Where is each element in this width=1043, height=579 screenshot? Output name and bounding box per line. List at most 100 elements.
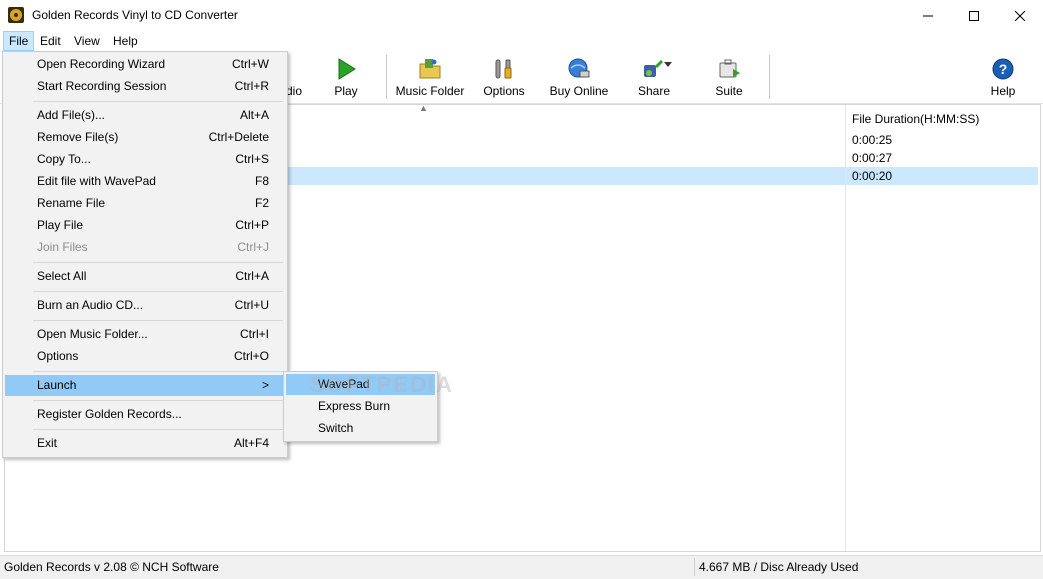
toolbar-separator [769, 55, 770, 99]
menu-item-shortcut: F8 [254, 174, 269, 188]
menu-view[interactable]: View [69, 32, 105, 50]
close-icon [1015, 10, 1025, 21]
menu-item-shortcut: Ctrl+W [232, 57, 269, 71]
watermark: SOFTPEDIA [310, 372, 454, 397]
globe-cart-icon [568, 58, 590, 78]
menu-item-register[interactable]: Register Golden Records... [5, 404, 285, 425]
submenu-arrow-icon: > [261, 378, 269, 392]
menu-item-label: Play File [37, 218, 84, 232]
maximize-icon [969, 10, 979, 21]
share-button[interactable]: Share [634, 53, 674, 101]
menu-item-label: Open Recording Wizard [37, 57, 166, 71]
play-button[interactable]: Play [326, 53, 366, 101]
menu-item-shortcut: Alt+A [239, 108, 269, 122]
minimize-icon [923, 15, 933, 16]
sort-indicator-icon: ▲ [419, 103, 428, 113]
menu-item-copy-to[interactable]: Copy To... Ctrl+S [5, 149, 285, 170]
menu-item-label: Burn an Audio CD... [37, 298, 144, 312]
menu-separator [33, 101, 283, 102]
menu-item-label: Add File(s)... [37, 108, 106, 122]
help-button[interactable]: ? Help [986, 53, 1020, 101]
menu-item-shortcut: Ctrl+I [239, 327, 269, 341]
share-dropdown-icon[interactable] [664, 62, 672, 68]
menu-separator [33, 400, 283, 401]
menu-help[interactable]: Help [108, 32, 143, 50]
options-icon [495, 59, 512, 79]
window-title: Golden Records Vinyl to CD Converter [32, 8, 238, 22]
table-row[interactable]: 0:00:20 [846, 167, 1038, 185]
table-row[interactable]: 0:00:27 [846, 149, 1038, 167]
menu-item-shortcut: Ctrl+O [233, 349, 269, 363]
menu-separator [33, 429, 283, 430]
suite-icon [719, 59, 740, 78]
file-menu-dropdown: Open Recording Wizard Ctrl+W Start Recor… [2, 51, 288, 458]
music-folder-button[interactable]: Music Folder [393, 53, 467, 101]
submenu-item-express-burn[interactable]: Express Burn [286, 396, 435, 417]
menu-item-label: Launch [37, 378, 77, 392]
toolbar-partial-label: dio [286, 84, 303, 98]
menu-bar: File Edit View Help [0, 31, 1043, 51]
menu-item-add-files[interactable]: Add File(s)... Alt+A [5, 105, 285, 126]
minimize-button[interactable] [905, 0, 951, 31]
folder-icon [419, 59, 441, 79]
suite-button[interactable]: Suite [712, 53, 746, 101]
menu-item-burn-audio-cd[interactable]: Burn an Audio CD... Ctrl+U [5, 295, 285, 316]
menu-item-edit-with-wavepad[interactable]: Edit file with WavePad F8 [5, 171, 285, 192]
toolbar-separator [386, 55, 387, 99]
menu-item-label: Join Files [37, 240, 88, 254]
table-row[interactable]: 0:00:25 [846, 131, 1038, 149]
title-bar: Golden Records Vinyl to CD Converter [0, 0, 1043, 31]
menu-item-shortcut: Alt+F4 [233, 436, 269, 450]
duration-cell: 0:00:20 [852, 169, 893, 183]
menu-separator [33, 371, 283, 372]
menu-item-select-all[interactable]: Select All Ctrl+A [5, 266, 285, 287]
play-label: Play [334, 84, 358, 98]
menu-item-remove-files[interactable]: Remove File(s) Ctrl+Delete [5, 127, 285, 148]
submenu-item-label: Express Burn [318, 399, 391, 413]
menu-item-open-music-folder[interactable]: Open Music Folder... Ctrl+I [5, 324, 285, 345]
menu-item-shortcut: Ctrl+Delete [208, 130, 269, 144]
menu-item-shortcut: Ctrl+S [235, 152, 269, 166]
menu-file[interactable]: File [3, 31, 35, 51]
menu-item-rename-file[interactable]: Rename File F2 [5, 193, 285, 214]
menu-item-label: Edit file with WavePad [37, 174, 156, 188]
menu-item-shortcut: Ctrl+J [237, 240, 269, 254]
help-icon: ? [992, 58, 1014, 80]
menu-item-start-recording-session[interactable]: Start Recording Session Ctrl+R [5, 76, 285, 97]
menu-item-options[interactable]: Options Ctrl+O [5, 346, 285, 367]
menu-item-open-recording-wizard[interactable]: Open Recording Wizard Ctrl+W [5, 54, 285, 75]
status-version: Golden Records v 2.08 © NCH Software [4, 560, 219, 574]
buy-online-label: Buy Online [549, 84, 609, 98]
menu-item-launch[interactable]: Launch > [5, 375, 285, 396]
close-button[interactable] [997, 0, 1043, 31]
options-button[interactable]: Options [480, 53, 528, 101]
options-label: Options [483, 84, 525, 98]
status-disc-usage: 4.667 MB / Disc Already Used [699, 560, 859, 574]
share-icon [644, 59, 664, 77]
menu-separator [33, 320, 283, 321]
menu-item-label: Open Music Folder... [37, 327, 148, 341]
menu-item-exit[interactable]: Exit Alt+F4 [5, 433, 285, 454]
help-label: Help [990, 84, 1016, 98]
menu-separator [33, 262, 283, 263]
share-label: Share [637, 84, 671, 98]
menu-edit[interactable]: Edit [35, 32, 66, 50]
menu-item-shortcut: Ctrl+U [234, 298, 269, 312]
menu-item-label: Copy To... [37, 152, 91, 166]
menu-item-label: Remove File(s) [37, 130, 119, 144]
play-icon [338, 58, 356, 80]
suite-label: Suite [715, 84, 743, 98]
menu-separator [33, 291, 283, 292]
maximize-button[interactable] [951, 0, 997, 31]
duration-cell: 0:00:25 [852, 133, 893, 147]
status-divider [694, 558, 695, 576]
menu-item-label: Select All [37, 269, 87, 283]
menu-item-join-files: Join Files Ctrl+J [5, 237, 285, 258]
menu-item-play-file[interactable]: Play File Ctrl+P [5, 215, 285, 236]
duration-column-header[interactable]: File Duration(H:MM:SS) [852, 112, 979, 126]
buy-online-button[interactable]: Buy Online [546, 53, 612, 101]
menu-item-shortcut: F2 [254, 196, 269, 210]
menu-item-shortcut: Ctrl+R [234, 79, 269, 93]
submenu-item-switch[interactable]: Switch [286, 418, 435, 439]
menu-item-label: Start Recording Session [37, 79, 167, 93]
